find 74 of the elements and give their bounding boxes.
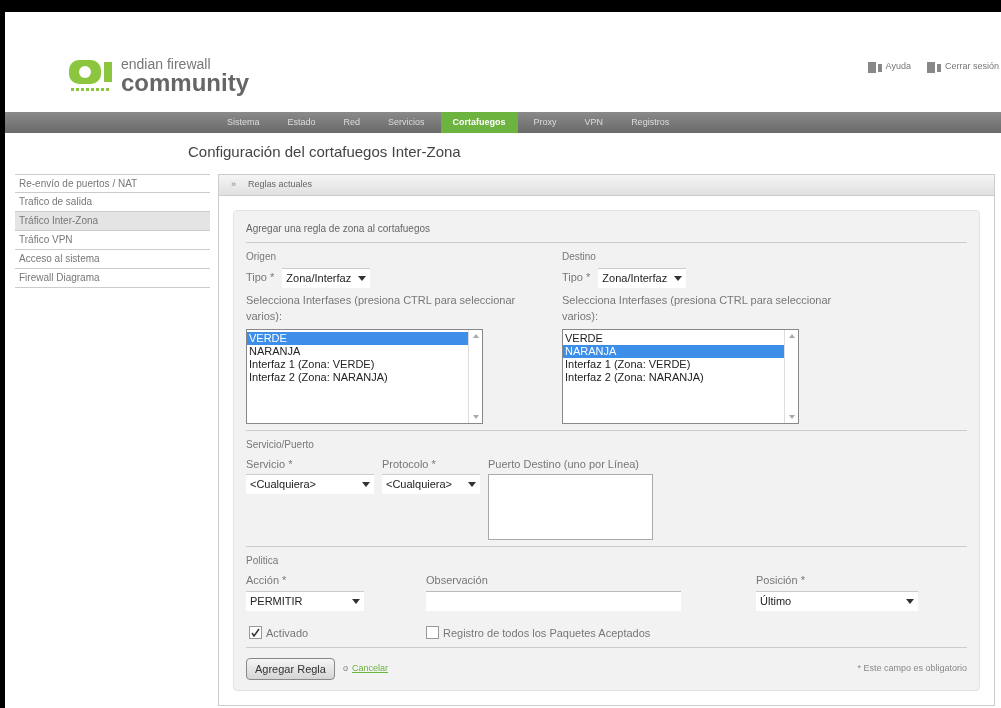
caret-icon (352, 598, 360, 604)
sidebar-item[interactable]: Re-envío de puertos / NAT (15, 173, 210, 193)
nav-tab[interactable]: Sistema (215, 112, 272, 133)
nav-tab[interactable]: Registros (619, 112, 682, 133)
type-select[interactable]: Zona/Interfaz (598, 267, 687, 288)
list-option[interactable]: VERDE (563, 331, 784, 345)
caret-icon (674, 275, 683, 281)
page-title: Configuración del cortafuegos Inter-Zona (188, 142, 462, 162)
port-textarea[interactable] (488, 474, 653, 540)
sidebar-item[interactable]: Tráfico VPN (15, 230, 210, 250)
list-option[interactable]: Interfaz 2 (Zona: NARANJA) (563, 370, 784, 384)
nav-tab[interactable]: Servicios (376, 112, 437, 133)
field-label: Acción * (246, 573, 288, 588)
interface-listbox[interactable]: VERDE NARANJA Interfaz 1 (Zona: VERDE) Interfaz 2 (Zona: NARANJA) (562, 328, 799, 424)
field-label: Protocolo * (382, 456, 437, 472)
header-link[interactable]: Cerrar sesión (926, 22, 999, 112)
list-option[interactable]: Interfaz 2 (Zona: NARANJA) (247, 370, 468, 384)
position-select[interactable]: Último (756, 590, 918, 611)
list-label: Selecciona Interfases (presiona CTRL para seleccionar varios): (246, 292, 516, 324)
header-link[interactable]: Ayuda (867, 22, 911, 112)
checkbox-label: Registro de todos los Paquetes Aceptados (443, 625, 651, 641)
logo-subtitle: endian firewall (121, 57, 212, 71)
nav-tab[interactable]: Cortafuegos (440, 112, 518, 133)
section-heading: Servicio/Puerto (246, 437, 315, 452)
section-header[interactable]: » Reglas actuales (219, 174, 994, 196)
list-option[interactable]: VERDE (247, 331, 468, 345)
scroll-down-icon (472, 414, 479, 419)
nav-tab[interactable]: VPN (572, 112, 616, 133)
add-rule-button[interactable]: Agregar Regla (246, 658, 335, 680)
field-label: Servicio * (246, 456, 294, 472)
note-field[interactable] (426, 590, 681, 611)
caret-icon (358, 275, 367, 281)
caret-icon (468, 482, 476, 487)
service-select[interactable]: <Cualquiera> (246, 474, 374, 494)
nav-tab[interactable]: Proxy (521, 112, 569, 133)
scrollbar[interactable] (468, 329, 482, 423)
section-heading: Politica (246, 554, 280, 568)
or-text: o (342, 662, 348, 676)
nav-tab[interactable]: Red (331, 112, 373, 133)
section-heading: Origen (246, 249, 277, 264)
list-option[interactable]: Interfaz 1 (Zona: VERDE) (563, 357, 784, 371)
checkbox[interactable] (426, 626, 439, 640)
type-label: Tipo * (562, 270, 591, 286)
list-option[interactable]: NARANJA (563, 344, 784, 358)
action-select[interactable]: PERMITIR (246, 590, 364, 611)
caret-icon (906, 598, 914, 604)
type-select[interactable]: Zona/Interfaz (282, 267, 371, 288)
required-note: * Este campo es obligatorio (857, 662, 967, 676)
field-label: Puerto Destino (uno por Línea) (488, 456, 641, 472)
type-label: Tipo * (246, 270, 275, 286)
interface-listbox[interactable]: VERDE NARANJA Interfaz 1 (Zona: VERDE) Interfaz 2 (Zona: NARANJA) (246, 328, 483, 424)
section-heading: Destino (562, 249, 597, 264)
field-label: Observación (426, 573, 489, 588)
list-option[interactable]: Interfaz 1 (Zona: VERDE) (247, 357, 468, 371)
list-label: Selecciona Interfases (presiona CTRL para seleccionar varios): (562, 292, 832, 324)
scroll-up-icon (788, 333, 795, 338)
check-icon (251, 628, 260, 638)
section-title: Reglas actuales (248, 177, 313, 191)
caret-icon (362, 482, 370, 487)
sidebar-item[interactable]: Firewall Diagrama (15, 268, 210, 288)
protocol-select[interactable]: <Cualquiera> (382, 474, 480, 494)
sidebar-item[interactable]: Acceso al sistema (15, 249, 210, 269)
scroll-down-icon (788, 414, 795, 419)
field-label: Posición * (756, 573, 806, 588)
logo-title: community (121, 71, 249, 95)
nav-tab[interactable]: Estado (275, 112, 328, 133)
checkbox[interactable] (249, 626, 262, 640)
scroll-up-icon (472, 333, 479, 338)
form-title: Agregar una regla de zona al cortafuegos (246, 220, 967, 243)
sidebar-item[interactable]: Trafico de salida (15, 192, 210, 212)
expand-icon: » (231, 177, 236, 192)
scrollbar[interactable] (784, 329, 798, 423)
checkbox-label: Activado (266, 625, 309, 641)
list-option[interactable]: NARANJA (247, 344, 468, 358)
